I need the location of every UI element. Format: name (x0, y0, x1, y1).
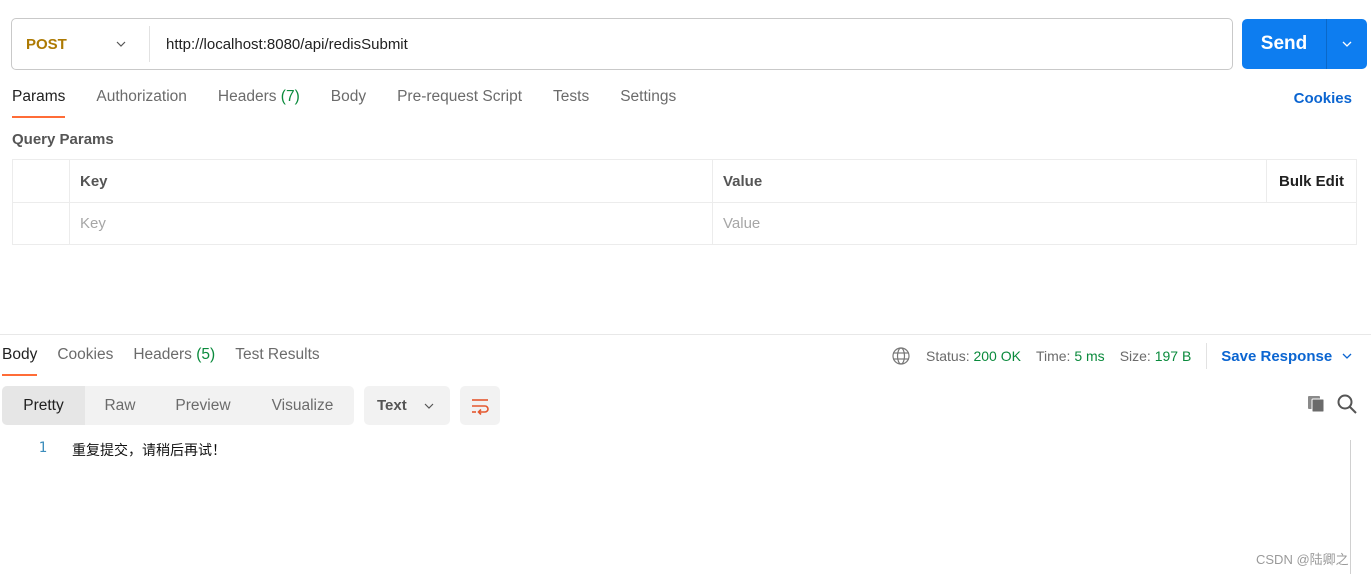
method-select[interactable]: POST (12, 26, 150, 62)
tab-pre-request-script[interactable]: Pre-request Script (397, 88, 522, 118)
tab-settings[interactable]: Settings (620, 88, 676, 118)
format-tab-raw[interactable]: Raw (85, 386, 155, 425)
language-select[interactable]: Text (364, 386, 450, 425)
response-line: 重复提交，请稍后再试！ (72, 443, 226, 459)
response-meta: Status: 200 OK Time: 5 ms Size: 197 B Sa… (891, 343, 1352, 369)
request-tabs: Params Authorization Headers (7) Body Pr… (12, 88, 707, 118)
tab-label: Headers (217, 88, 277, 105)
size-label: Size: (1119, 348, 1151, 364)
table-header-row: Key Value Bulk Edit (13, 160, 1356, 202)
save-response-label: Save Response (1221, 347, 1333, 365)
chevron-down-icon (1342, 41, 1352, 47)
tab-response-headers[interactable]: Headers (5) (133, 346, 215, 376)
row-actions-cell (1267, 203, 1356, 244)
chevron-down-icon (116, 41, 126, 47)
globe-icon[interactable] (891, 346, 911, 366)
row-checkbox-cell (13, 203, 70, 244)
response-body[interactable]: 1 重复提交，请稍后再试！ (0, 440, 1350, 460)
status-value: 200 OK (973, 348, 1021, 364)
chevron-down-icon (1342, 353, 1352, 359)
copy-icon[interactable] (1306, 394, 1326, 414)
response-tabs: Body Cookies Headers (5) Test Results (2, 346, 340, 376)
time-readout[interactable]: Time: 5 ms (1036, 348, 1105, 364)
tab-label: Params (12, 88, 66, 105)
send-options-button[interactable] (1326, 19, 1367, 69)
wrap-lines-button[interactable] (460, 386, 500, 425)
headers-count: (7) (280, 88, 300, 105)
pane-divider[interactable] (0, 334, 1371, 335)
size-readout[interactable]: Size: 197 B (1120, 348, 1192, 364)
status-readout[interactable]: Status: 200 OK (926, 348, 1021, 364)
time-value: 5 ms (1074, 348, 1105, 364)
tab-label: Settings (620, 88, 677, 105)
value-column-header: Value (713, 160, 1267, 202)
tab-label: Cookies (57, 346, 114, 363)
size-value: 197 B (1154, 348, 1192, 364)
save-response-button[interactable]: Save Response (1221, 348, 1352, 365)
send-button-group: Send (1242, 19, 1367, 69)
send-button[interactable]: Send (1242, 19, 1326, 69)
table-row: Key Value (13, 202, 1356, 244)
url-input[interactable] (150, 35, 1232, 53)
tab-label: Body (2, 346, 38, 363)
headers-count: (5) (196, 346, 216, 363)
scrollbar-track[interactable] (1350, 440, 1351, 574)
cookies-link[interactable]: Cookies (1294, 90, 1352, 107)
checkbox-column (13, 160, 70, 202)
query-params-table: Key Value Bulk Edit Key Value (12, 159, 1357, 245)
tab-label: Test Results (235, 346, 320, 363)
format-tab-visualize[interactable]: Visualize (251, 386, 354, 425)
tab-label: Tests (553, 88, 590, 105)
format-tabs: Pretty Raw Preview Visualize (2, 386, 354, 425)
tab-headers[interactable]: Headers (7) (218, 88, 300, 118)
tab-response-body[interactable]: Body (2, 346, 38, 376)
value-input[interactable]: Value (713, 203, 1267, 244)
tab-response-cookies[interactable]: Cookies (57, 346, 113, 376)
tab-authorization[interactable]: Authorization (96, 88, 186, 118)
language-select-value: Text (377, 397, 407, 414)
line-number: 1 (38, 440, 47, 456)
tab-test-results[interactable]: Test Results (235, 346, 319, 376)
key-column-header: Key (70, 160, 713, 202)
status-label: Status: (926, 348, 970, 364)
watermark: CSDN @陆卿之 (1256, 552, 1349, 567)
tab-body[interactable]: Body (331, 88, 366, 118)
tab-label: Pre-request Script (397, 88, 523, 105)
key-input[interactable]: Key (70, 203, 713, 244)
format-tab-preview[interactable]: Preview (155, 386, 251, 425)
bulk-edit-button[interactable]: Bulk Edit (1279, 173, 1344, 190)
chevron-down-icon (424, 403, 434, 409)
tab-params[interactable]: Params (12, 88, 66, 118)
request-url-bar: POST (11, 18, 1233, 70)
search-icon[interactable] (1336, 393, 1358, 415)
tab-tests[interactable]: Tests (553, 88, 589, 118)
query-params-title: Query Params (12, 131, 114, 148)
time-label: Time: (1035, 348, 1071, 364)
meta-divider (1206, 343, 1208, 369)
wrap-lines-icon (472, 398, 489, 415)
format-tab-pretty[interactable]: Pretty (2, 386, 85, 425)
tab-label: Body (330, 88, 367, 105)
method-label: POST (26, 35, 67, 53)
tab-label: Authorization (96, 88, 187, 105)
tab-label: Headers (133, 346, 192, 363)
